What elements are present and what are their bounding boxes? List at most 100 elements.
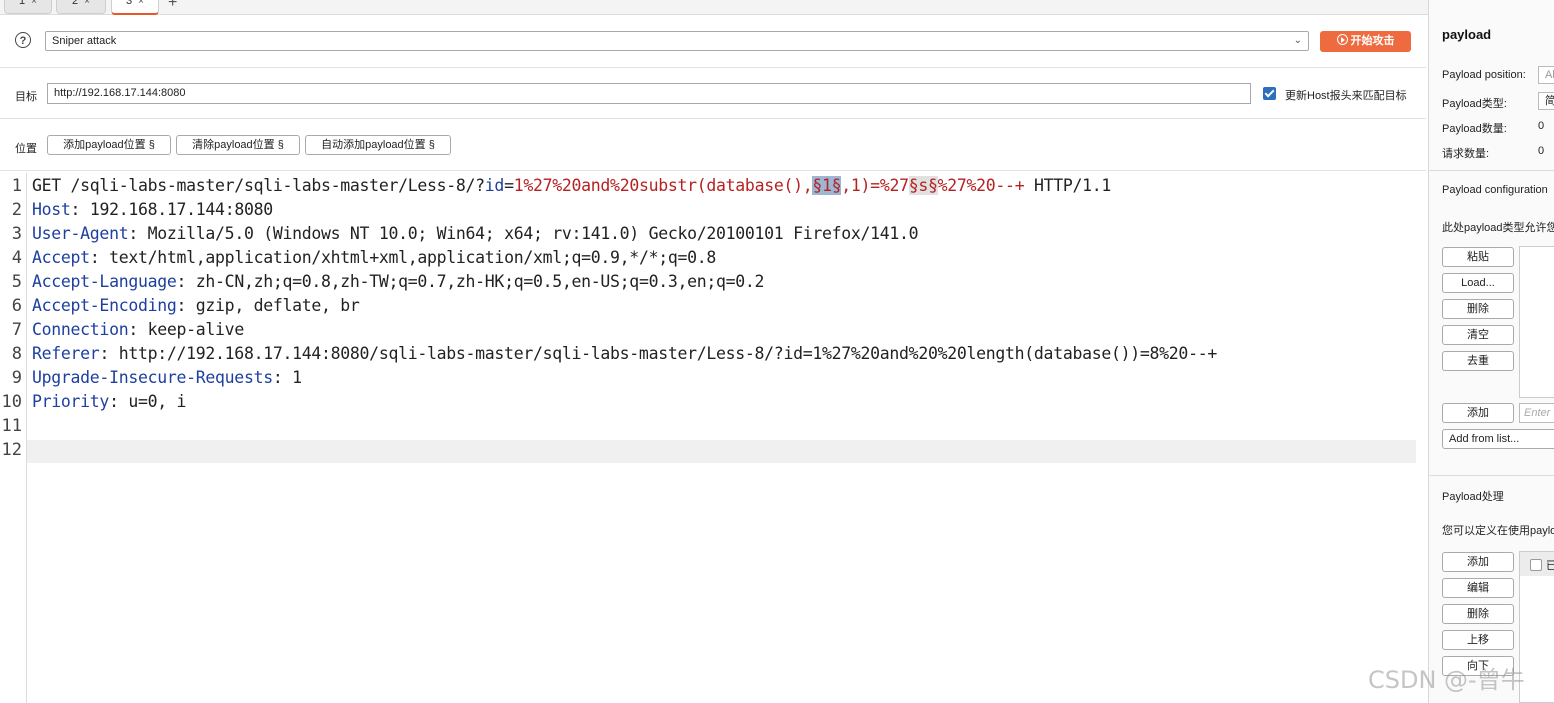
header-name: Accept-Language [32,272,177,291]
payload-position-select[interactable]: Al [1538,66,1554,84]
header-line: Referer: http://192.168.17.144:8080/sqli… [32,344,1217,363]
header-value: : gzip, deflate, br [176,296,360,315]
close-icon[interactable]: × [138,0,144,7]
line-number: 7 [11,320,22,340]
attack-type-select[interactable]: Sniper attack ⌄ [45,31,1309,51]
rule-enabled-header: 已 [1546,557,1554,573]
line-number: 8 [11,344,22,364]
request-count-value: 0 [1538,145,1545,157]
help-icon[interactable]: ? [15,32,31,48]
line-number: 9 [11,368,22,388]
remove-button[interactable]: 删除 [1442,299,1514,319]
divider [1429,170,1554,171]
payload-list[interactable] [1519,246,1554,398]
line-number: 6 [11,296,22,316]
header-line: User-Agent: Mozilla/5.0 (Windows NT 10.0… [32,224,919,243]
clear-button[interactable]: 清空 [1442,325,1514,345]
watermark: CSDN @-曾牛 [1368,666,1525,694]
header-line: Accept-Encoding: gzip, deflate, br [32,296,360,315]
line-number: 11 [1,416,22,436]
header-name: Referer [32,344,100,363]
payload-type-label: Payload类型: [1442,98,1507,110]
target-url-input[interactable]: http://192.168.17.144:8080 [47,83,1251,104]
play-icon [1336,34,1348,45]
request-method-path: GET /sqli-labs-master/sqli-labs-master/L… [32,176,485,195]
payload-marker[interactable]: §1§ [812,176,842,195]
positions-label: 位置 [15,143,37,155]
clear-payload-position-button[interactable]: 清除payload位置 § [176,135,300,155]
remove-rule-button[interactable]: 删除 [1442,604,1514,624]
request-line: GET /sqli-labs-master/sqli-labs-master/L… [32,176,1111,195]
tab-2[interactable]: 2 × [56,0,106,14]
line-number: 1 [11,176,22,196]
chevron-down-icon: ⌄ [1293,35,1302,46]
payload-panel: payload Payload position: Al Payload类型: … [1428,0,1554,703]
start-attack-button[interactable]: 开始攻击 [1320,31,1411,52]
tab-label: 3 [126,0,133,7]
header-name: Upgrade-Insecure-Requests [32,368,273,387]
payload-processing-desc: 您可以定义在使用payload [1442,525,1554,537]
load-button[interactable]: Load... [1442,273,1514,293]
tab-label: 1 [19,0,26,7]
paste-button[interactable]: 粘贴 [1442,247,1514,267]
tab-3[interactable]: 3 × [111,0,159,15]
line-number: 10 [1,392,22,412]
payload-processing-title: Payload处理 [1442,491,1504,503]
header-value: : zh-CN,zh;q=0.8,zh-TW;q=0.7,zh-HK;q=0.5… [176,272,765,291]
param-name: id [484,176,505,195]
header-value: : 1 [272,368,302,387]
header-value: : http://192.168.17.144:8080/sqli-labs-m… [99,344,1217,363]
payload-type-select[interactable]: 简 [1538,92,1554,110]
line-number: 4 [11,248,22,268]
header-name: User-Agent [32,224,129,243]
add-payload-position-button[interactable]: 添加payload位置 § [47,135,171,155]
payload-panel-title: payload [1442,27,1492,42]
tab-bar: 1 × 2 × 3 × + [0,0,1428,15]
payload-entry-input[interactable]: Enter [1519,403,1554,423]
payload-count-label: Payload数量: [1442,123,1507,135]
header-value: : keep-alive [128,320,244,339]
target-label: 目标 [15,91,37,103]
header-line: Accept: text/html,application/xhtml+xml,… [32,248,716,267]
close-icon[interactable]: × [84,0,90,7]
divider [1429,475,1554,476]
add-tab-icon[interactable]: + [168,0,177,12]
divider [0,67,1426,68]
header-value: : text/html,application/xhtml+xml,applic… [89,248,717,267]
header-value: : u=0, i [109,392,187,411]
payload-count-value: 0 [1538,120,1545,132]
line-number: 3 [11,224,22,244]
attack-type-value: Sniper attack [52,35,117,47]
add-payload-button[interactable]: 添加 [1442,403,1514,423]
header-line: Accept-Language: zh-CN,zh;q=0.8,zh-TW;q=… [32,272,764,291]
param-eq: = [504,176,514,195]
param-value: 1%27%20and%20substr(database(), [513,176,813,195]
header-name: Accept-Encoding [32,296,177,315]
line-number: 12 [1,440,22,460]
deduplicate-button[interactable]: 去重 [1442,351,1514,371]
tab-label: 2 [72,0,79,7]
update-host-checkbox[interactable] [1263,87,1276,100]
payload-config-desc: 此处payload类型允许您 [1442,222,1554,234]
header-line: Upgrade-Insecure-Requests: 1 [32,368,302,387]
header-value: : Mozilla/5.0 (Windows NT 10.0; Win64; x… [128,224,919,243]
table-row[interactable]: 已 [1520,552,1554,576]
close-icon[interactable]: × [31,0,37,7]
add-from-list-select[interactable]: Add from list... [1442,429,1554,449]
payload-config-title: Payload configuration [1442,184,1548,196]
add-rule-button[interactable]: 添加 [1442,552,1514,572]
header-line: Priority: u=0, i [32,392,186,411]
rule-enabled-checkbox[interactable] [1530,559,1542,571]
param-value-tail: %27%20--+ [937,176,1025,195]
auto-add-payload-position-button[interactable]: 自动添加payload位置 § [305,135,451,155]
edit-rule-button[interactable]: 编辑 [1442,578,1514,598]
line-number: 5 [11,272,22,292]
header-value: : 192.168.17.144:8080 [70,200,274,219]
payload-marker[interactable]: §s§ [908,176,938,195]
move-up-button[interactable]: 上移 [1442,630,1514,650]
request-editor[interactable]: 1 2 3 4 5 6 7 8 9 10 11 12 GET /sqli-lab… [0,173,1428,703]
line-number: 2 [11,200,22,220]
tab-1[interactable]: 1 × [4,0,52,14]
request-count-label: 请求数量: [1442,148,1490,160]
http-version: HTTP/1.1 [1024,176,1112,195]
